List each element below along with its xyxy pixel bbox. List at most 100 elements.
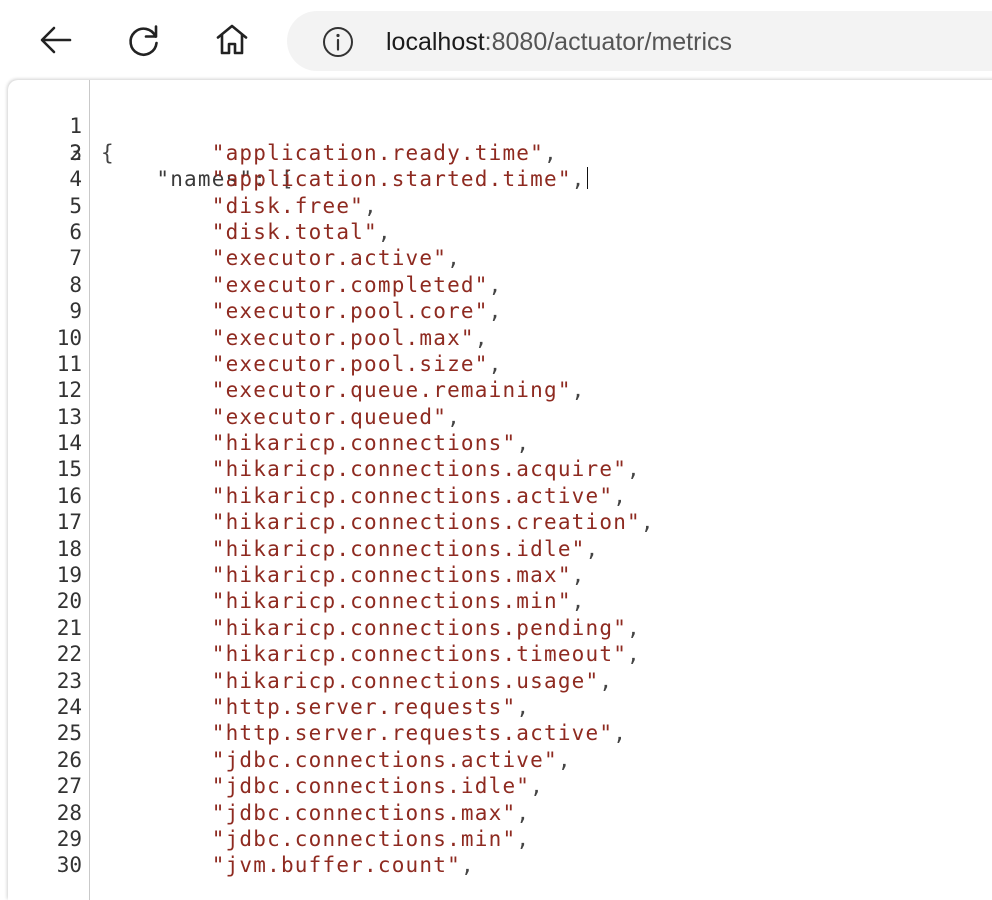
line-number: 12 <box>56 378 82 403</box>
code-line: 27 "jdbc.connections.idle", <box>8 773 543 799</box>
line-text[interactable]: "hikaricp.connections.usage", <box>101 668 613 694</box>
line-text[interactable]: "jdbc.connections.idle", <box>101 773 544 799</box>
line-text[interactable]: "hikaricp.connections", <box>101 430 530 456</box>
line-text[interactable]: "executor.queue.remaining", <box>101 377 586 403</box>
line-number: 6 <box>69 219 82 244</box>
line-text[interactable]: "executor.completed", <box>101 272 502 298</box>
line-text[interactable]: "hikaricp.connections.creation", <box>101 509 655 535</box>
json-string-value: "http.server.requests.active" <box>211 721 614 746</box>
comma: , <box>488 351 503 376</box>
line-text[interactable]: "http.server.requests", <box>101 694 530 720</box>
line-number: 8 <box>69 272 82 297</box>
code-line: 26 "jdbc.connections.active", <box>8 747 571 773</box>
line-number: 30 <box>56 853 82 878</box>
json-string-value: "executor.completed" <box>211 272 489 297</box>
comma: , <box>530 774 544 799</box>
line-text[interactable]: "application.started.time", <box>101 166 589 192</box>
line-number: 25 <box>56 721 82 746</box>
line-text[interactable]: "hikaricp.connections.pending", <box>101 615 641 641</box>
comma: , <box>571 563 586 588</box>
code-line: 19 "hikaricp.connections.max", <box>8 562 585 588</box>
line-text[interactable]: "executor.pool.size", <box>101 351 502 377</box>
code-line: 9 "executor.pool.core", <box>8 298 501 324</box>
code-line: 29 "jdbc.connections.min", <box>8 826 529 852</box>
json-string-value: "hikaricp.connections.pending" <box>211 615 628 640</box>
comma: , <box>627 615 641 640</box>
comma: , <box>640 510 655 535</box>
code-line: 10 "executor.pool.max", <box>8 325 488 351</box>
code-line: 28 "jdbc.connections.max", <box>8 800 529 826</box>
code-line: 22 "hikaricp.connections.timeout", <box>8 641 640 667</box>
back-button[interactable] <box>34 18 78 62</box>
json-string-value: "jdbc.connections.active" <box>211 747 558 772</box>
code-line: 23 "hikaricp.connections.usage", <box>8 668 612 694</box>
code-line: 4 "application.started.time", <box>8 166 589 192</box>
text-caret <box>586 167 589 190</box>
comma: , <box>543 140 558 165</box>
json-string-value: "hikaricp.connections.usage" <box>211 668 600 693</box>
comma: , <box>447 404 461 429</box>
line-text[interactable]: "hikaricp.connections.active", <box>101 483 627 509</box>
line-text[interactable]: "executor.pool.core", <box>101 298 502 324</box>
code-line: 21 "hikaricp.connections.pending", <box>8 615 640 641</box>
line-number: 21 <box>56 615 82 640</box>
line-text[interactable]: "jdbc.connections.max", <box>101 800 530 826</box>
line-number: 28 <box>56 800 82 825</box>
comma: , <box>571 378 586 403</box>
line-text[interactable]: "hikaricp.connections.idle", <box>101 536 599 562</box>
code-line: 13 "executor.queued", <box>8 404 460 430</box>
line-number: 29 <box>56 826 82 851</box>
line-text[interactable]: "hikaricp.connections.acquire", <box>101 456 641 482</box>
json-string-value: "disk.total" <box>211 219 378 244</box>
comma: , <box>585 536 600 561</box>
line-text[interactable]: "executor.queued", <box>101 404 461 430</box>
line-number: 22 <box>56 642 82 667</box>
line-text[interactable]: "executor.pool.max", <box>101 325 489 351</box>
code-line: 11 "executor.pool.size", <box>8 351 502 377</box>
comma: , <box>488 299 503 324</box>
comma: , <box>599 668 614 693</box>
info-circle-icon[interactable] <box>322 26 354 58</box>
code-line: 12 "executor.queue.remaining", <box>8 377 585 403</box>
url-path: :8080/actuator/metrics <box>484 28 733 56</box>
line-number: 18 <box>56 536 82 561</box>
line-text[interactable]: "hikaricp.connections.timeout", <box>101 641 641 667</box>
line-text[interactable]: "hikaricp.connections.min", <box>101 588 586 614</box>
comma: , <box>447 246 461 271</box>
line-number: 10 <box>56 325 82 350</box>
line-text[interactable]: "jdbc.connections.active", <box>101 747 572 773</box>
json-string-value: "jvm.buffer.count" <box>211 853 461 878</box>
line-text[interactable]: "jdbc.connections.min", <box>101 826 530 852</box>
json-string-value: "executor.pool.max" <box>211 325 475 350</box>
comma: , <box>613 483 628 508</box>
code-line: 16 "hikaricp.connections.active", <box>8 483 626 509</box>
line-number: 4 <box>69 167 82 192</box>
line-text[interactable]: "application.ready.time", <box>101 140 558 166</box>
url-text[interactable]: localhost:8080/actuator/metrics <box>386 25 732 59</box>
line-text[interactable]: "http.server.requests.active", <box>101 720 627 746</box>
line-text[interactable]: "executor.active", <box>101 245 461 271</box>
line-text[interactable]: "jvm.buffer.count", <box>101 852 475 878</box>
line-number: 16 <box>56 483 82 508</box>
code-line: 6 "disk.total", <box>8 219 390 245</box>
comma: , <box>627 642 641 667</box>
json-string-value: "jdbc.connections.max" <box>211 800 517 825</box>
home-icon <box>213 21 251 59</box>
json-string-value: "executor.queued" <box>211 404 448 429</box>
reload-button[interactable] <box>122 18 166 62</box>
json-string-value: "jdbc.connections.idle" <box>211 774 531 799</box>
line-text[interactable]: "disk.free", <box>101 193 378 219</box>
comma: , <box>516 431 531 456</box>
home-button[interactable] <box>210 18 254 62</box>
line-text[interactable]: "hikaricp.connections.max", <box>101 562 586 588</box>
json-string-value: "hikaricp.connections.idle" <box>211 536 586 561</box>
json-string-value: "application.ready.time" <box>211 140 544 165</box>
json-string-value: "hikaricp.connections.acquire" <box>211 457 628 482</box>
comma: , <box>557 747 572 772</box>
line-number: 11 <box>56 351 82 376</box>
comma: , <box>613 721 628 746</box>
line-text[interactable]: "disk.total", <box>101 219 392 245</box>
code-line: 20 "hikaricp.connections.min", <box>8 588 585 614</box>
line-number: 26 <box>56 747 82 772</box>
comma: , <box>474 325 489 350</box>
